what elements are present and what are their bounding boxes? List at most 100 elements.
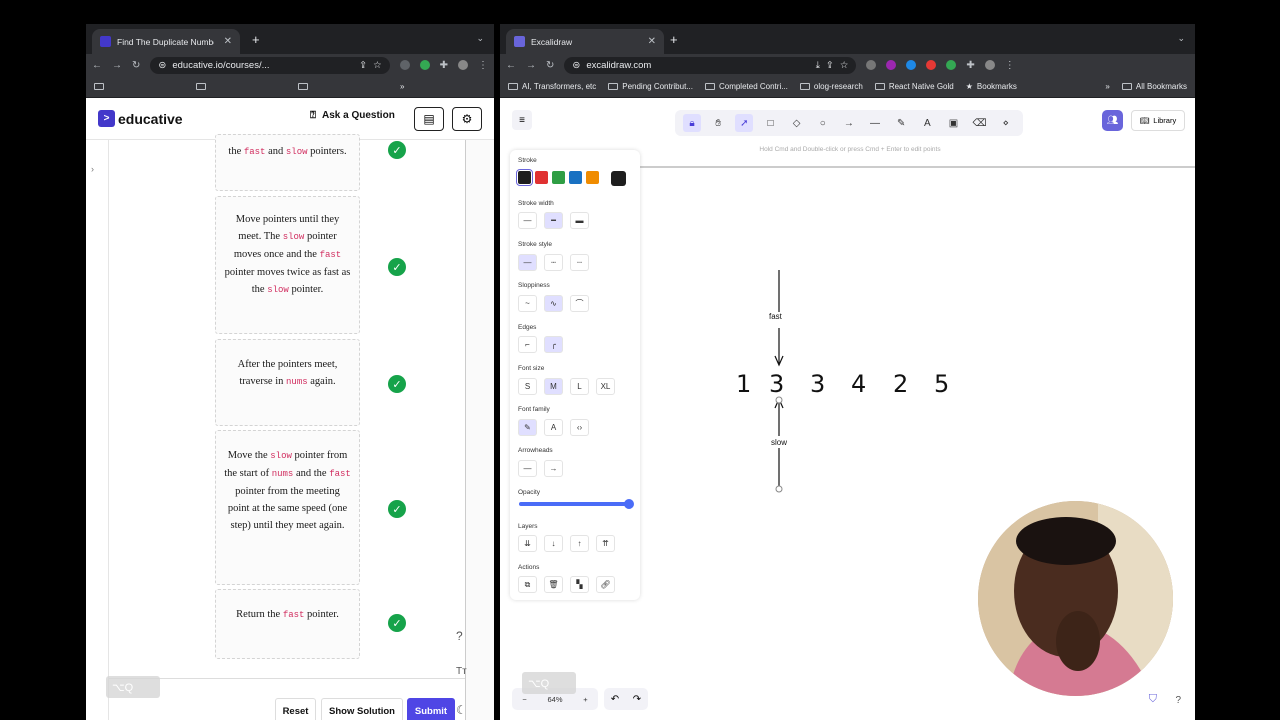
inline-code: nums	[271, 469, 294, 479]
array-value[interactable]: 5	[934, 370, 949, 398]
bookmark-olog[interactable]: olog-research	[799, 82, 863, 91]
extension-icon[interactable]	[906, 60, 917, 70]
install-icon[interactable]: ⤓	[816, 60, 820, 71]
extension-icon[interactable]	[886, 60, 897, 70]
bookmark-label: Pending Contribut...	[622, 82, 693, 91]
reset-button[interactable]: Reset	[275, 698, 316, 720]
profile-avatar[interactable]	[984, 60, 995, 70]
notes-button[interactable]: ▤	[414, 107, 444, 131]
settings-button[interactable]: ⚙	[452, 107, 482, 131]
all-bookmarks[interactable]: All Bookmarks	[1121, 82, 1187, 91]
logo-text: educative	[118, 110, 183, 127]
bookmark-ai[interactable]: AI, Transformers, etc	[508, 82, 596, 91]
site-info-icon[interactable]: ⊜	[572, 60, 580, 71]
zoom-level[interactable]: 64%	[547, 695, 562, 704]
inline-code: fast	[329, 469, 351, 479]
ask-question-button[interactable]: ⍰ Ask a Question	[310, 110, 395, 121]
step-card[interactable]: the fast and slow pointers.	[215, 134, 360, 191]
more-bookmarks-icon[interactable]: »	[1105, 82, 1109, 91]
bookmark-pending[interactable]: Pending Contribut...	[608, 82, 693, 91]
adblock-icon[interactable]	[926, 60, 937, 70]
step-text: Move the	[227, 450, 271, 461]
reload-icon[interactable]: ↻	[132, 60, 140, 71]
new-tab-icon[interactable]: +	[670, 32, 678, 47]
site-info-icon[interactable]: ⊜	[158, 60, 166, 71]
help-icon[interactable]: ?	[456, 629, 463, 643]
step-card[interactable]: After the pointers meet, traverse in num…	[215, 339, 360, 426]
reload-icon[interactable]: ↻	[546, 60, 554, 71]
submit-button[interactable]: Submit	[407, 698, 455, 720]
tab-search-icon[interactable]: ⌄	[1177, 33, 1185, 44]
more-bookmarks-icon[interactable]: »	[400, 82, 404, 91]
bookmark-star-icon[interactable]: ☆	[840, 60, 849, 71]
tab-search-icon[interactable]: ⌄	[476, 33, 484, 44]
zoom-in-icon[interactable]: +	[583, 695, 587, 704]
folder-icon[interactable]	[94, 83, 104, 90]
bookmark-label: AI, Transformers, etc	[522, 82, 597, 91]
help-icon[interactable]: ?	[1175, 695, 1181, 706]
extension-icon[interactable]	[399, 60, 410, 70]
share-icon[interactable]: ⇪	[359, 60, 367, 71]
back-icon[interactable]: ←	[92, 60, 102, 71]
extensions-puzzle-icon[interactable]: ✚	[440, 60, 448, 71]
toolbar: ← → ↻ ⊜ educative.io/courses/... ⇪ ☆ ✚ ⋮	[86, 54, 494, 76]
educative-logo-icon: >	[98, 110, 115, 127]
bookmark-bookmarks[interactable]: ★ Bookmarks	[966, 82, 1017, 91]
bookmark-react-native[interactable]: React Native Gold	[874, 82, 954, 91]
new-tab-icon[interactable]: +	[252, 32, 260, 47]
menu-dots-icon[interactable]: ⋮	[478, 60, 488, 71]
step-card[interactable]: Return the fast pointer.	[215, 589, 360, 659]
array-value[interactable]: 3	[810, 370, 825, 398]
sidebar-collapsed: ›	[86, 140, 109, 720]
bookmarks-bar: AI, Transformers, etc Pending Contribut.…	[500, 76, 1195, 98]
array-value[interactable]: 3	[769, 370, 784, 398]
bookmark-label: Completed Contri...	[718, 82, 788, 91]
folder-icon[interactable]	[298, 83, 308, 90]
extension-icon[interactable]	[866, 60, 877, 70]
step-card[interactable]: Move pointers until they meet. The slow …	[215, 196, 360, 334]
moon-icon[interactable]: ☾	[456, 703, 467, 717]
array-value[interactable]: 4	[851, 370, 866, 398]
grammarly-icon[interactable]	[946, 60, 957, 70]
educative-browser-window: Find The Duplicate Number - C ✕ + ⌄ ← → …	[86, 24, 494, 720]
step-text: Return the	[236, 609, 283, 620]
gear-icon: ⚙	[461, 112, 473, 126]
forward-icon[interactable]: →	[112, 60, 122, 71]
folder-icon[interactable]	[196, 83, 206, 90]
address-bar[interactable]: ⊜ educative.io/courses/... ⇪ ☆	[150, 56, 390, 74]
step-card[interactable]: Move the slow pointer from the start of …	[215, 430, 360, 585]
tab-title: Excalidraw	[531, 36, 573, 47]
extensions-puzzle-icon[interactable]: ✚	[966, 60, 974, 71]
tab-excalidraw[interactable]: Excalidraw ✕	[506, 29, 664, 54]
undo-icon[interactable]: ↶	[611, 694, 619, 705]
expand-sidebar-icon[interactable]: ›	[91, 164, 94, 174]
shield-icon[interactable]: ⛉	[1149, 693, 1157, 706]
close-tab-icon[interactable]: ✕	[648, 36, 656, 47]
tab-educative[interactable]: Find The Duplicate Number - C ✕	[92, 29, 240, 54]
lesson-body: › the fast and slow pointers. Move point…	[86, 134, 494, 720]
slow-label[interactable]: slow	[771, 438, 787, 447]
close-tab-icon[interactable]: ✕	[224, 36, 232, 47]
point-handle[interactable]	[775, 485, 783, 493]
back-icon[interactable]: ←	[506, 60, 516, 71]
bookmark-completed[interactable]: Completed Contri...	[704, 82, 788, 91]
toolbar: ← → ↻ ⊜ excalidraw.com ⤓ ⇪ ☆ ✚ ⋮	[500, 54, 1195, 76]
share-icon[interactable]: ⇪	[826, 60, 834, 71]
show-solution-button[interactable]: Show Solution	[321, 698, 403, 720]
forward-icon[interactable]: →	[526, 60, 536, 71]
fast-label[interactable]: fast	[769, 312, 782, 321]
bookmark-label: olog-research	[813, 82, 863, 91]
text-size-icon[interactable]: Tт	[456, 666, 467, 677]
bookmark-star-icon[interactable]: ☆	[373, 60, 382, 71]
step-text: again.	[307, 376, 336, 387]
profile-avatar[interactable]	[458, 60, 468, 70]
grammarly-icon[interactable]	[419, 60, 430, 70]
redo-icon[interactable]: ↷	[633, 694, 641, 705]
url-text: excalidraw.com	[586, 59, 652, 71]
zoom-out-icon[interactable]: −	[522, 695, 526, 704]
menu-dots-icon[interactable]: ⋮	[1005, 60, 1015, 71]
folder-icon	[799, 83, 810, 90]
address-bar[interactable]: ⊜ excalidraw.com ⤓ ⇪ ☆	[564, 56, 857, 74]
array-value[interactable]: 1	[736, 370, 751, 398]
array-value[interactable]: 2	[893, 370, 908, 398]
